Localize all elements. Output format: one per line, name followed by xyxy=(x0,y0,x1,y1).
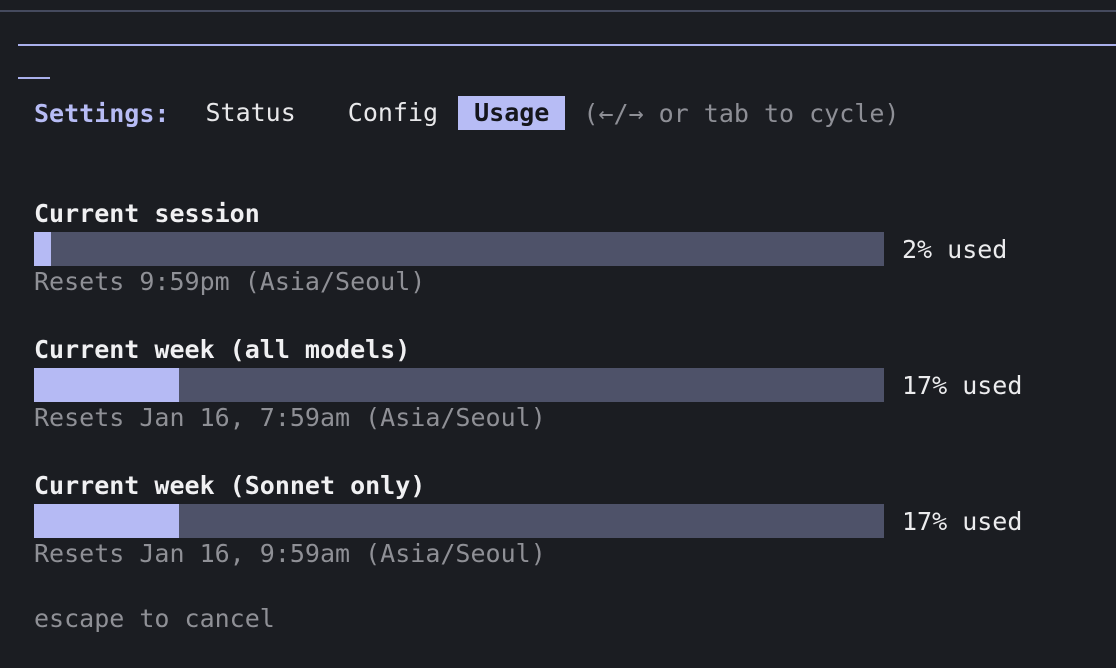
usage-progress-fill xyxy=(34,368,179,402)
usage-percent: 17% used xyxy=(902,370,1023,400)
usage-bar-row: 2% used xyxy=(34,232,1094,266)
tab-usage[interactable]: Usage xyxy=(458,96,566,130)
header-divider xyxy=(18,44,1116,46)
usage-percent: 2% used xyxy=(902,234,1008,264)
usage-current-week-all: Current week (all models) 17% used Reset… xyxy=(34,335,1094,434)
usage-title: Current week (Sonnet only) xyxy=(34,471,426,500)
settings-tabs: Settings: Status Config Usage (←/→ or ta… xyxy=(34,95,899,131)
window-top-border xyxy=(0,10,1116,12)
usage-reset-time: Resets 9:59pm (Asia/Seoul) xyxy=(34,267,426,296)
usage-progress-fill xyxy=(34,232,51,266)
usage-percent: 17% used xyxy=(902,506,1023,536)
tab-cycle-hint: (←/→ or tab to cycle) xyxy=(583,98,900,128)
usage-progress-bar xyxy=(34,504,884,538)
usage-bar-row: 17% used xyxy=(34,368,1094,402)
tab-status[interactable]: Status xyxy=(189,96,311,130)
usage-reset-time: Resets Jan 16, 9:59am (Asia/Seoul) xyxy=(34,539,546,568)
usage-title: Current week (all models) xyxy=(34,335,411,364)
usage-progress-bar xyxy=(34,232,884,266)
usage-progress-bar xyxy=(34,368,884,402)
usage-reset-time: Resets Jan 16, 7:59am (Asia/Seoul) xyxy=(34,403,546,432)
usage-title: Current session xyxy=(34,199,260,228)
usage-bar-row: 17% used xyxy=(34,504,1094,538)
usage-progress-fill xyxy=(34,504,179,538)
escape-hint: escape to cancel xyxy=(34,604,275,633)
input-cursor-line xyxy=(18,77,50,79)
usage-current-week-sonnet: Current week (Sonnet only) 17% used Rese… xyxy=(34,471,1094,570)
settings-label: Settings: xyxy=(34,98,170,128)
usage-current-session: Current session 2% used Resets 9:59pm (A… xyxy=(34,199,1094,298)
tab-config[interactable]: Config xyxy=(332,96,454,130)
